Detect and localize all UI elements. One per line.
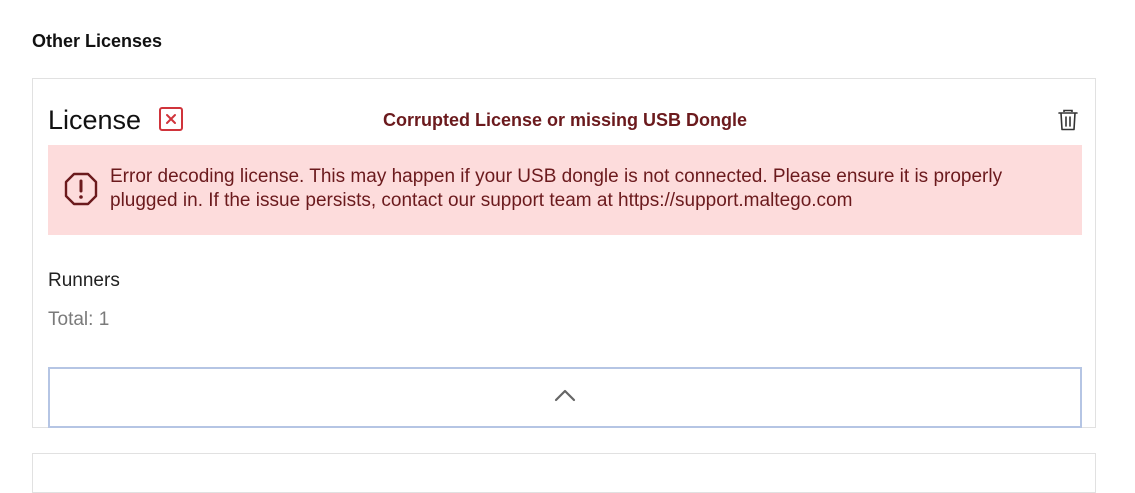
next-license-card xyxy=(32,453,1096,493)
section-title: Other Licenses xyxy=(32,31,163,51)
x-box-icon xyxy=(159,107,183,131)
error-banner: Error decoding license. This may happen … xyxy=(48,145,1082,235)
collapse-button[interactable] xyxy=(48,367,1082,428)
runners-label: Runners xyxy=(48,270,120,291)
license-card: License Corrupted License or missing USB… xyxy=(32,78,1096,428)
trash-icon[interactable] xyxy=(1057,108,1079,132)
license-title: License xyxy=(48,105,142,135)
license-card-header: License Corrupted License or missing USB… xyxy=(48,105,1080,135)
runners-total: Total: 1 xyxy=(48,309,110,330)
chevron-up-icon xyxy=(554,388,576,407)
error-message: Error decoding license. This may happen … xyxy=(110,166,1003,211)
alert-octagon-icon xyxy=(64,172,98,206)
license-status-text: Corrupted License or missing USB Dongle xyxy=(382,110,748,130)
